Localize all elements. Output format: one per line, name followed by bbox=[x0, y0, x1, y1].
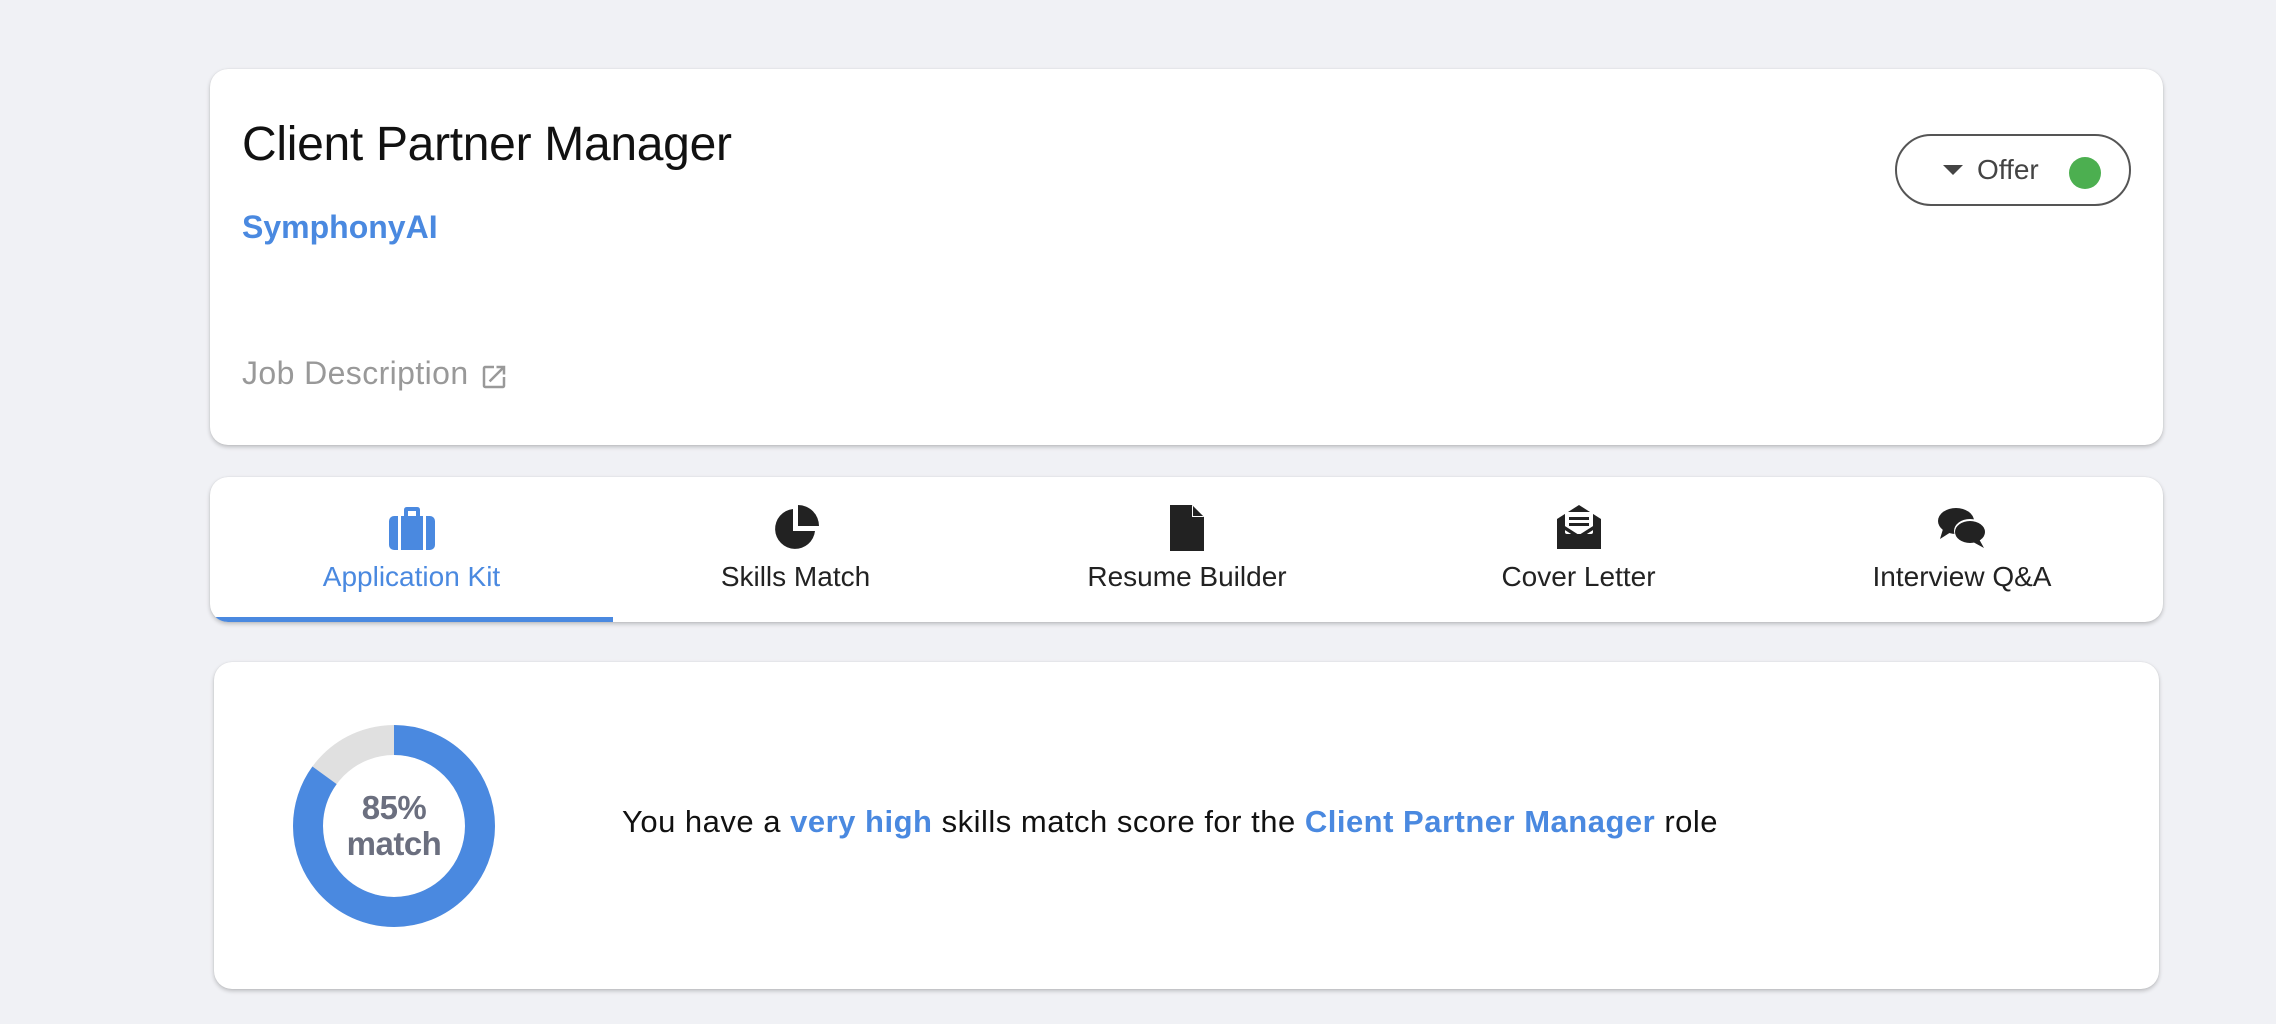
status-indicator-dot bbox=[2069, 157, 2101, 189]
job-description-label: Job Description bbox=[242, 355, 469, 391]
tab-resume-builder[interactable]: Resume Builder bbox=[978, 477, 1396, 622]
tabs-card: Application Kit Skills Match Resume Buil… bbox=[210, 477, 2163, 622]
match-role: Client Partner Manager bbox=[1304, 804, 1656, 839]
caret-down-icon bbox=[1943, 165, 1963, 175]
tab-skills-match[interactable]: Skills Match bbox=[613, 477, 978, 622]
tab-interview-qa[interactable]: Interview Q&A bbox=[1761, 477, 2163, 622]
tab-application-kit[interactable]: Application Kit bbox=[210, 477, 613, 622]
active-tab-indicator bbox=[210, 617, 613, 622]
briefcase-icon bbox=[386, 503, 438, 553]
message-suffix: role bbox=[1664, 804, 1719, 839]
message-middle: skills match score for the bbox=[941, 804, 1296, 839]
job-description-link[interactable]: Job Description bbox=[242, 355, 509, 392]
tab-label: Cover Letter bbox=[1501, 561, 1656, 592]
match-level: very high bbox=[790, 804, 933, 839]
status-dropdown[interactable]: Offer bbox=[1895, 134, 2131, 206]
match-score-donut: 85% match bbox=[292, 724, 496, 928]
skills-match-card: 85% match You have a very high skills ma… bbox=[214, 662, 2159, 989]
donut-label: 85% match bbox=[292, 724, 496, 928]
job-title: Client Partner Manager bbox=[242, 118, 732, 171]
match-percent: 85% bbox=[361, 789, 427, 826]
tab-cover-letter[interactable]: Cover Letter bbox=[1396, 477, 1761, 622]
tab-bar: Application Kit Skills Match Resume Buil… bbox=[210, 477, 2163, 622]
tab-label: Interview Q&A bbox=[1872, 561, 2052, 592]
status-label: Offer bbox=[1977, 154, 2039, 185]
tab-label: Skills Match bbox=[720, 561, 871, 592]
chat-bubbles-icon bbox=[1936, 503, 1988, 553]
tab-label: Application Kit bbox=[322, 561, 501, 592]
external-link-icon bbox=[482, 365, 505, 388]
pie-chart-icon bbox=[770, 503, 822, 553]
tab-label: Resume Builder bbox=[1087, 561, 1287, 592]
document-icon bbox=[1161, 503, 1213, 553]
match-message: You have a very high skills match score … bbox=[622, 804, 1718, 840]
envelope-open-icon bbox=[1553, 503, 1605, 553]
company-link[interactable]: SymphonyAI bbox=[242, 209, 438, 246]
job-header-card: Client Partner Manager SymphonyAI Job De… bbox=[210, 69, 2163, 445]
message-prefix: You have a bbox=[622, 804, 782, 839]
match-word: match bbox=[346, 825, 442, 862]
